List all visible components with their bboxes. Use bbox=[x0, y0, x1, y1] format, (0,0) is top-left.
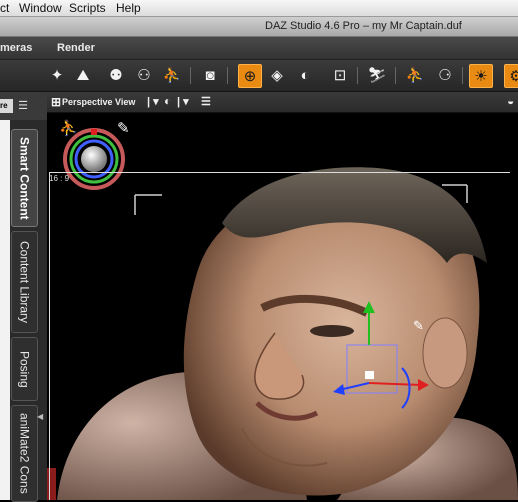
tab-animate2-constructor[interactable]: aniMate2 Cons bbox=[11, 405, 38, 502]
camera-settings-icon[interactable]: ⊡ bbox=[329, 64, 351, 86]
view-dropdown-icon[interactable]: | ▾ bbox=[147, 95, 159, 108]
active-pose-icon[interactable]: ⛹ bbox=[404, 64, 426, 86]
camera-icon[interactable]: ◙ bbox=[199, 64, 221, 86]
render-tool-icon[interactable]: ⚙ bbox=[504, 64, 518, 88]
viewport-menu-icon[interactable]: ☰ bbox=[201, 95, 211, 108]
node-weight-tool-icon[interactable]: ⊕ bbox=[238, 64, 262, 88]
light-wand-icon[interactable]: ✦ bbox=[46, 64, 68, 86]
app-menu-bar: meras Render bbox=[0, 37, 518, 60]
window-title: DAZ Studio 4.6 Pro – my Mr Captain.duf bbox=[265, 20, 462, 32]
toolbar-separator bbox=[462, 67, 463, 84]
tab-label: Posing bbox=[17, 350, 32, 388]
collapse-pane-icon[interactable]: ◀ bbox=[37, 412, 43, 421]
joint-editor-icon[interactable]: ⚆ bbox=[434, 64, 456, 86]
menu-cameras[interactable]: meras bbox=[0, 42, 32, 54]
tab-label: Smart Content bbox=[17, 136, 32, 220]
menu-help[interactable]: Help bbox=[116, 1, 141, 15]
draw-style-icon[interactable]: ◐ bbox=[164, 94, 171, 108]
main-toolbar: ✦ ⛰ ⚉ ⚇ ⛹ ◙ ⊕ ◈ ◐ ⊡ ⛷ ⛹ ⚆ ☀ ⚙ bbox=[0, 60, 518, 92]
figure-morph-icon[interactable]: ⚇ bbox=[133, 64, 155, 86]
tab-posing[interactable]: Posing bbox=[11, 337, 38, 401]
menu-render[interactable]: Render bbox=[57, 42, 95, 54]
aux-viewport-icon[interactable]: ◒ bbox=[507, 94, 514, 108]
viewport-view-label[interactable]: Perspective View bbox=[62, 97, 135, 107]
aspect-ratio-label: 16 : 9 bbox=[49, 174, 70, 183]
toolbar-separator bbox=[190, 67, 191, 84]
menu-window[interactable]: Window bbox=[19, 1, 62, 15]
tab-smart-content[interactable]: Smart Content bbox=[11, 129, 38, 227]
pose-figure-icon[interactable]: ⛷ bbox=[366, 64, 388, 86]
tab-label: Content Library bbox=[17, 240, 32, 324]
camera-pose-icon[interactable]: ⛹ bbox=[59, 119, 78, 137]
figure-select-icon[interactable]: ⛹ bbox=[161, 64, 183, 86]
content-panel-edge bbox=[0, 120, 10, 500]
landscape-light-icon[interactable]: ⛰ bbox=[72, 64, 94, 86]
menu-scripts[interactable]: Scripts bbox=[69, 1, 106, 15]
aspect-frame bbox=[49, 172, 510, 500]
tab-label: aniMate2 Cons bbox=[17, 413, 32, 494]
pane-menu-icon[interactable]: ☰ bbox=[16, 99, 30, 113]
toolbar-separator bbox=[395, 67, 396, 84]
window-title-bar: DAZ Studio 4.6 Pro – my Mr Captain.duf bbox=[0, 17, 518, 37]
menu-edit-partial[interactable]: ct bbox=[0, 1, 9, 15]
camera-pin-icon[interactable]: ✎ bbox=[117, 119, 130, 137]
figure-pose-icon[interactable]: ⚉ bbox=[105, 64, 127, 86]
viewport-header: ⊞ Perspective View | ▾ ◐ | ▾ ☰ ◒ bbox=[47, 92, 518, 113]
mac-menu-bar: ct Window Scripts Help bbox=[0, 0, 518, 17]
left-side-pane: re ☰ Smart Content Content Library Posin… bbox=[0, 92, 47, 502]
toolbar-separator bbox=[227, 67, 228, 84]
tab-content-library[interactable]: Content Library bbox=[11, 231, 38, 333]
pane-tab-partial[interactable]: re bbox=[0, 99, 13, 113]
spotlight-tool-icon[interactable]: ☀ bbox=[469, 64, 493, 88]
geometry-tool-icon[interactable]: ◈ bbox=[266, 64, 288, 86]
pane-top-strip: re ☰ bbox=[0, 92, 47, 120]
view-grid-icon[interactable]: ⊞ bbox=[51, 95, 61, 109]
toolbar-separator bbox=[357, 67, 358, 84]
3d-viewport[interactable]: ⛹ ✎ ✎ 16 : 9 bbox=[47, 113, 518, 500]
surface-tool-icon[interactable]: ◐ bbox=[294, 64, 316, 86]
draw-style-dropdown-icon[interactable]: | ▾ bbox=[177, 95, 189, 108]
